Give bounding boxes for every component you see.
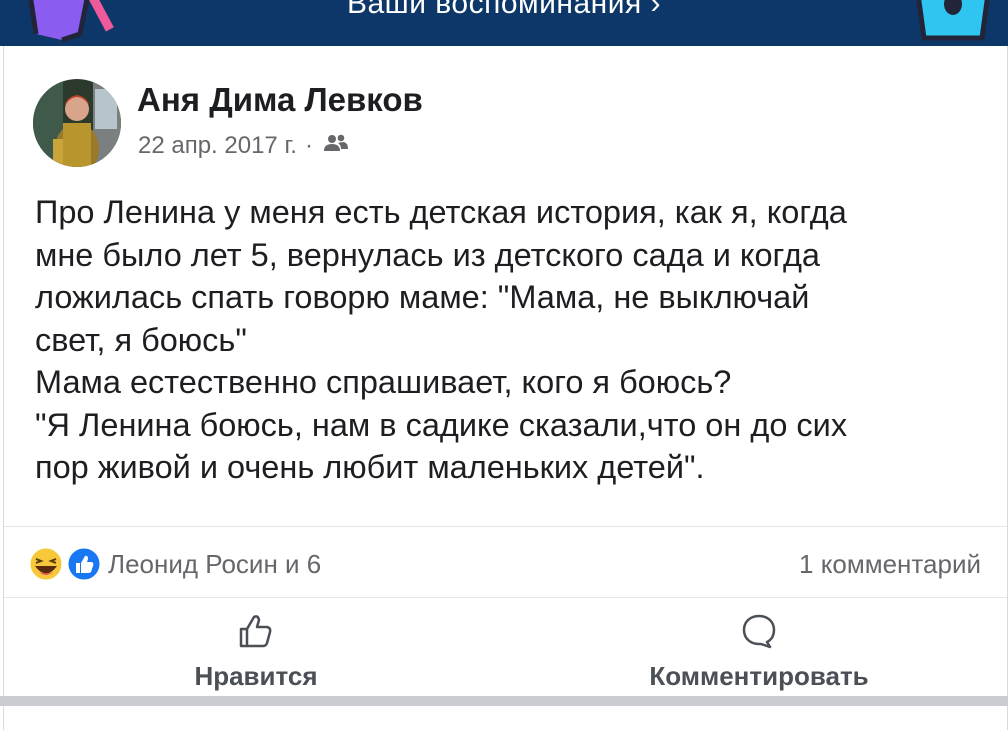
- avatar[interactable]: [33, 79, 121, 167]
- author-name[interactable]: Аня Дима Левков: [137, 81, 423, 119]
- post-text-line: свет, я боюсь": [35, 321, 247, 358]
- memories-banner[interactable]: Ваши воспоминания ›: [0, 0, 1008, 46]
- post-text-line: Мама естественно спрашивает, кого я боюс…: [35, 364, 732, 400]
- post-meta: 22 апр. 2017 г. ·: [138, 132, 349, 160]
- reaction-icons[interactable]: [26, 545, 104, 583]
- reaction-people[interactable]: Леонид Росин и 6: [108, 549, 321, 580]
- banner-illustration-right: [912, 0, 1008, 46]
- haha-icon: [27, 545, 65, 583]
- post-date[interactable]: 22 апр. 2017 г.: [138, 132, 297, 160]
- friends-icon: [323, 132, 349, 160]
- post-actions: Нравится Комментировать: [4, 597, 1007, 698]
- next-post-card: [3, 706, 1008, 730]
- feed-separator: [0, 696, 1008, 706]
- post-text-line: пор живой и очень любит маленьких детей"…: [35, 449, 705, 485]
- like-label: Нравится: [194, 661, 318, 691]
- memories-banner-text[interactable]: Ваши воспоминания ›: [0, 0, 1008, 21]
- post-card: Аня Дима Левков 22 апр. 2017 г. · Про Ле…: [3, 46, 1008, 696]
- reactions-summary[interactable]: Леонид Росин и 6 1 комментарий: [4, 526, 1007, 597]
- post-text-line: мне было лет 5, вернулась из детского са…: [35, 236, 820, 273]
- comments-count[interactable]: 1 комментарий: [799, 549, 981, 580]
- post-text-line: Про Ленина у меня есть детская история, …: [35, 194, 847, 230]
- comment-icon: [739, 612, 779, 655]
- meta-separator: ·: [304, 132, 313, 159]
- comment-label: Комментировать: [649, 661, 869, 691]
- post-text: Про Ленина у меня есть детская история, …: [35, 191, 985, 489]
- comment-button[interactable]: Комментировать: [636, 612, 882, 692]
- like-icon: [236, 612, 276, 655]
- post-text-line: "Я Ленина боюсь, нам в садике сказали,чт…: [35, 406, 848, 443]
- post-text-line: ложилась спать говорю маме: "Мама, не вы…: [35, 279, 810, 315]
- like-icon: [65, 545, 103, 583]
- like-button[interactable]: Нравится: [188, 612, 324, 692]
